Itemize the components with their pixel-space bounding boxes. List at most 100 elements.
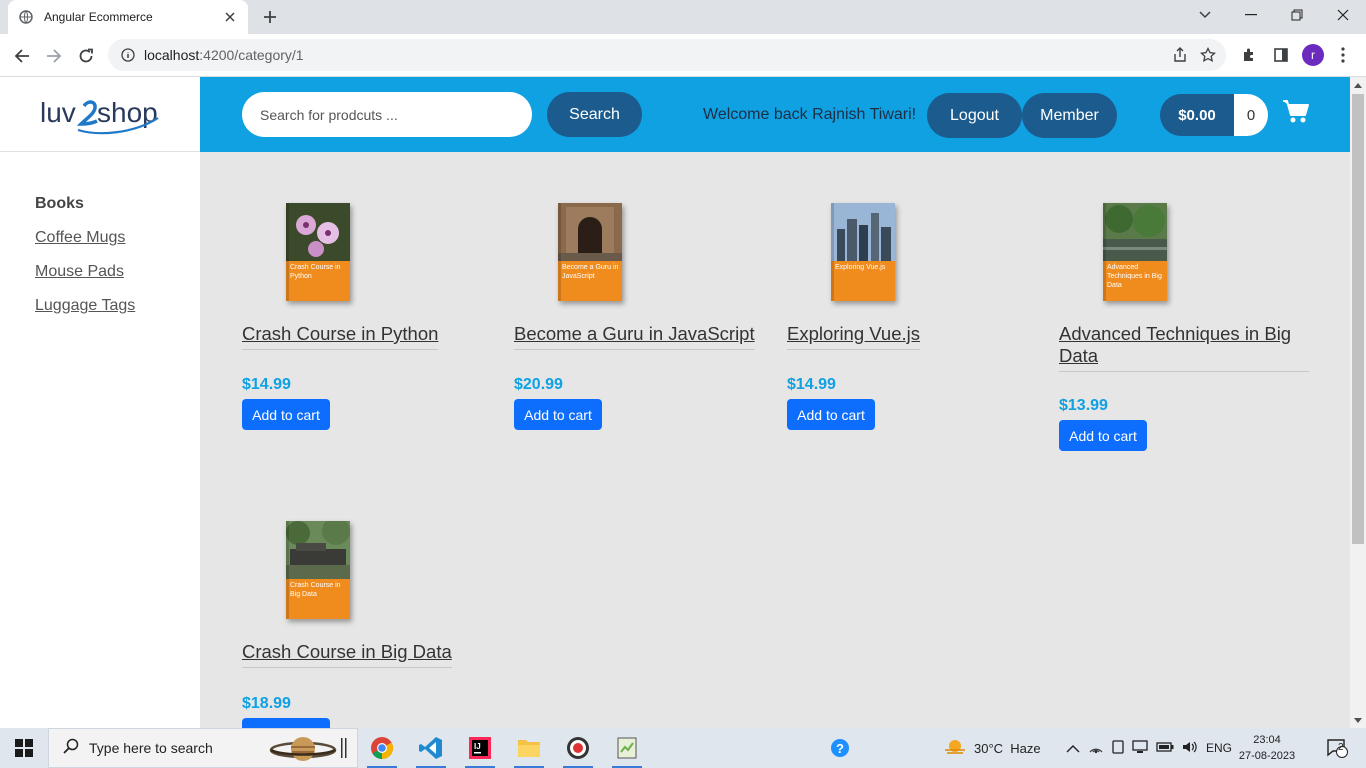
product-image[interactable]: Crash Course in Python xyxy=(286,203,350,301)
logo-area: luv shop xyxy=(0,77,200,152)
wifi-icon[interactable] xyxy=(1088,740,1104,757)
logout-button[interactable]: Logout xyxy=(927,93,1022,138)
browser-tab[interactable]: Angular Ecommerce xyxy=(8,0,248,34)
cart-status[interactable]: $0.00 0 xyxy=(1160,94,1268,136)
welcome-message: Welcome back Rajnish Tiwari! xyxy=(703,106,917,123)
chevron-up-icon[interactable] xyxy=(1066,741,1080,756)
minimize-icon[interactable] xyxy=(1228,0,1274,30)
notepad-plus-icon[interactable] xyxy=(603,728,651,768)
category-luggage-tags[interactable]: Luggage Tags xyxy=(35,297,135,317)
restore-icon[interactable] xyxy=(1274,0,1320,30)
svg-text:IJ: IJ xyxy=(474,742,481,751)
globe-icon xyxy=(18,9,34,25)
product-image[interactable]: Crash Course in Big Data xyxy=(286,521,350,619)
reload-icon[interactable] xyxy=(72,42,100,70)
product-image[interactable]: Exploring Vue.js xyxy=(831,203,895,301)
help-icon[interactable]: ? xyxy=(816,728,864,768)
windows-taskbar: Type here to search IJ ? 30°C Haze ENG 2… xyxy=(0,728,1366,768)
vscode-icon[interactable] xyxy=(407,728,455,768)
url-path: :4200/category/1 xyxy=(199,47,304,63)
forward-icon[interactable] xyxy=(40,42,68,70)
cover-title: Crash Course in Python xyxy=(290,264,341,280)
back-icon[interactable] xyxy=(8,42,36,70)
cover-title: Crash Course in Big Data xyxy=(290,582,341,598)
search-button[interactable]: Search xyxy=(547,92,642,137)
product-price: $14.99 xyxy=(787,376,836,393)
tab-title: Angular Ecommerce xyxy=(44,10,153,24)
add-to-cart-button[interactable]: Add to cart xyxy=(1059,420,1147,451)
add-to-cart-button[interactable]: Add to cart xyxy=(242,399,330,430)
network-icon[interactable] xyxy=(1132,739,1148,757)
weather-text: 30°C Haze xyxy=(974,740,1041,756)
close-window-icon[interactable] xyxy=(1320,0,1366,30)
task-view-icon[interactable] xyxy=(341,738,347,758)
page-scrollbar[interactable] xyxy=(1350,77,1366,728)
taskbar-clock[interactable]: 23:04 27-08-2023 xyxy=(1236,732,1298,764)
tablet-icon[interactable] xyxy=(1112,739,1124,757)
product-image[interactable]: Become a Guru in JavaScript xyxy=(558,203,622,301)
sidebar: luv shop Books Coffee Mugs Mouse Pads Lu… xyxy=(0,77,200,728)
battery-icon[interactable] xyxy=(1156,741,1174,756)
taskbar-search-text: Type here to search xyxy=(89,740,213,756)
category-mouse-pads[interactable]: Mouse Pads xyxy=(35,263,135,283)
product-title[interactable]: Crash Course in Python xyxy=(242,323,439,350)
product-title[interactable]: Become a Guru in JavaScript xyxy=(514,323,755,350)
cart-total: $0.00 xyxy=(1160,94,1234,136)
category-coffee-mugs[interactable]: Coffee Mugs xyxy=(35,229,135,249)
notification-count: 2 xyxy=(1338,742,1344,753)
luv2shop-logo[interactable]: luv shop xyxy=(40,92,160,136)
product-price: $20.99 xyxy=(514,376,563,393)
cover-title: Become a Guru in JavaScript xyxy=(562,264,619,280)
chevron-down-icon[interactable] xyxy=(1192,4,1218,26)
product-price: $18.99 xyxy=(242,695,291,712)
svg-text:?: ? xyxy=(836,741,844,756)
header-bar: Search Welcome back Rajnish Tiwari! Logo… xyxy=(200,77,1350,152)
search-icon xyxy=(63,738,79,759)
close-tab-icon[interactable] xyxy=(222,9,238,25)
cover-title: Exploring Vue.js xyxy=(835,264,886,271)
profile-avatar[interactable]: r xyxy=(1302,44,1324,66)
add-to-cart-button[interactable]: Add to cart xyxy=(242,718,330,728)
bookmark-star-icon[interactable] xyxy=(1198,45,1218,65)
category-menu: Books Coffee Mugs Mouse Pads Luggage Tag… xyxy=(35,195,135,331)
browser-toolbar: localhost:4200/category/1 r xyxy=(0,34,1366,77)
add-to-cart-button[interactable]: Add to cart xyxy=(787,399,875,430)
product-image[interactable]: Advanced Techniques in Big Data xyxy=(1103,203,1167,301)
language-indicator[interactable]: ENG xyxy=(1206,741,1232,755)
side-panel-icon[interactable] xyxy=(1268,42,1294,68)
notification-center-icon[interactable]: 2 xyxy=(1322,728,1352,768)
svg-text:luv: luv xyxy=(40,97,76,128)
share-icon[interactable] xyxy=(1170,45,1190,65)
url-host: localhost xyxy=(144,47,200,63)
intellij-icon[interactable]: IJ xyxy=(456,728,504,768)
file-explorer-icon[interactable] xyxy=(505,728,553,768)
windows-start-icon[interactable] xyxy=(0,728,48,768)
haze-weather-icon xyxy=(944,738,966,759)
volume-icon[interactable] xyxy=(1182,740,1198,757)
scrollbar-thumb[interactable] xyxy=(1352,94,1364,544)
cart-quantity: 0 xyxy=(1234,94,1268,136)
weather-widget[interactable]: 30°C Haze xyxy=(944,728,1041,768)
chrome-icon[interactable] xyxy=(358,728,406,768)
product-price: $13.99 xyxy=(1059,397,1108,414)
shopping-cart-icon[interactable] xyxy=(1282,99,1310,125)
product-search-input[interactable] xyxy=(242,92,532,137)
clock-date: 27-08-2023 xyxy=(1238,750,1296,762)
product-title[interactable]: Advanced Techniques in Big Data xyxy=(1059,323,1309,372)
scroll-down-icon[interactable] xyxy=(1350,712,1366,728)
member-button[interactable]: Member xyxy=(1022,93,1117,138)
extensions-puzzle-icon[interactable] xyxy=(1236,42,1262,68)
taskbar-search-box[interactable]: Type here to search xyxy=(48,728,358,768)
more-menu-icon[interactable] xyxy=(1330,42,1356,68)
new-tab-icon[interactable] xyxy=(258,6,282,28)
system-tray: ENG xyxy=(1066,728,1232,768)
obs-recorder-icon[interactable] xyxy=(554,728,602,768)
product-title[interactable]: Exploring Vue.js xyxy=(787,323,920,350)
address-bar[interactable]: localhost:4200/category/1 xyxy=(108,39,1226,71)
saturn-search-highlight-icon xyxy=(269,737,337,761)
add-to-cart-button[interactable]: Add to cart xyxy=(514,399,602,430)
category-books[interactable]: Books xyxy=(35,195,135,215)
scroll-up-icon[interactable] xyxy=(1350,77,1366,93)
site-info-icon[interactable] xyxy=(120,47,136,63)
product-title[interactable]: Crash Course in Big Data xyxy=(242,641,452,668)
